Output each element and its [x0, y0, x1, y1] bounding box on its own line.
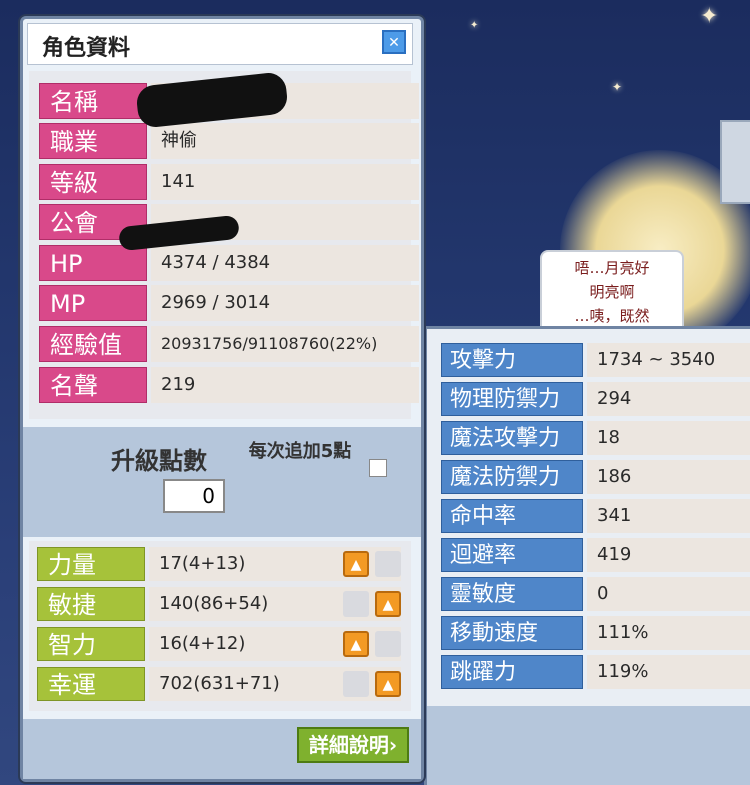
up-arrow-icon[interactable]: ▲ — [343, 551, 369, 577]
info-value: 141 — [151, 164, 419, 200]
stat-label: 智力 — [37, 627, 145, 661]
detail-label: 靈敏度 — [441, 577, 583, 611]
info-row-job: 職業 神偷 — [39, 123, 419, 159]
detail-row: 靈敏度 0 — [441, 577, 750, 611]
info-row-hp: HP 4374 / 4384 — [39, 245, 419, 281]
up-slot — [375, 551, 401, 577]
detail-value: 1734 ~ 3540 — [587, 343, 750, 377]
detail-value: 0 — [587, 577, 750, 611]
detail-label: 跳躍力 — [441, 655, 583, 689]
auto-assign-label: 每次追加5點 — [248, 441, 352, 462]
detail-row: 移動速度 111% — [441, 616, 750, 650]
star-decoration: ✦ — [700, 4, 719, 29]
redaction-scribble — [135, 71, 289, 129]
detail-label: 魔法防禦力 — [441, 460, 583, 494]
info-row-fame: 名聲 219 — [39, 367, 419, 403]
info-row-mp: MP 2969 / 3014 — [39, 285, 419, 321]
up-arrow-icon[interactable]: ▲ — [375, 591, 401, 617]
detail-row: 魔法防禦力 186 — [441, 460, 750, 494]
info-label: 經驗值 — [39, 326, 147, 362]
stat-row-luk: 幸運 702(631+71) ▲ — [37, 667, 403, 703]
detail-row: 迴避率 419 — [441, 538, 750, 572]
stat-label: 敏捷 — [37, 587, 145, 621]
up-slot — [343, 591, 369, 617]
stat-row-dex: 敏捷 140(86+54) ▲ — [37, 587, 403, 623]
info-label: 職業 — [39, 123, 147, 159]
auto-assign-checkbox[interactable] — [369, 459, 387, 477]
speech-line: 唔…月亮好 — [574, 259, 650, 277]
star-decoration: ✦ — [470, 20, 479, 31]
ap-value: 0 — [163, 479, 225, 513]
detail-stats-panel: 攻擊力 1734 ~ 3540 物理防禦力 294 魔法攻擊力 18 魔法防禦力 186… — [424, 326, 750, 719]
stat-label: 幸運 — [37, 667, 145, 701]
window-titlebar[interactable]: 角色資料 ✕ — [27, 23, 413, 65]
stat-row-str: 力量 17(4+13) ▲ — [37, 547, 403, 583]
castle-tower — [720, 120, 750, 204]
info-label: 名聲 — [39, 367, 147, 403]
up-slot — [375, 631, 401, 657]
detail-row: 命中率 341 — [441, 499, 750, 533]
up-slot — [343, 671, 369, 697]
detail-value: 419 — [587, 538, 750, 572]
detail-label: 攻擊力 — [441, 343, 583, 377]
stat-label: 力量 — [37, 547, 145, 581]
info-label: 名稱 — [39, 83, 147, 119]
info-label: 等級 — [39, 164, 147, 200]
window-footer: 詳細說明› — [23, 719, 421, 779]
info-label: MP — [39, 285, 147, 321]
info-value: 神偷 — [151, 123, 419, 159]
detail-value: 18 — [587, 421, 750, 455]
close-icon[interactable]: ✕ — [382, 30, 406, 54]
detail-row: 物理防禦力 294 — [441, 382, 750, 416]
speech-bubble: 唔…月亮好 明亮啊 …咦，既然 — [540, 250, 684, 336]
detail-button[interactable]: 詳細說明› — [297, 727, 409, 763]
detail-value: 111% — [587, 616, 750, 650]
info-row-exp: 經驗值 20931756/91108760(22%) — [39, 326, 419, 362]
detail-label: 迴避率 — [441, 538, 583, 572]
detail-value: 294 — [587, 382, 750, 416]
info-label: HP — [39, 245, 147, 281]
detail-stats-footer — [424, 706, 750, 785]
detail-label: 命中率 — [441, 499, 583, 533]
info-row-level: 等級 141 — [39, 164, 419, 200]
detail-button-label: 詳細說明 — [308, 733, 389, 757]
up-arrow-icon[interactable]: ▲ — [375, 671, 401, 697]
speech-line: 明亮啊 — [589, 283, 635, 301]
detail-value: 119% — [587, 655, 750, 689]
info-value: 219 — [151, 367, 419, 403]
character-info-window: 角色資料 ✕ 名稱 職業 神偷 等級 141 公會 HP 4374 / 4384… — [20, 16, 424, 782]
detail-value: 341 — [587, 499, 750, 533]
detail-label: 物理防禦力 — [441, 382, 583, 416]
detail-row: 攻擊力 1734 ~ 3540 — [441, 343, 750, 377]
chevron-right-icon: › — [388, 733, 398, 757]
detail-label: 魔法攻擊力 — [441, 421, 583, 455]
up-arrow-icon[interactable]: ▲ — [343, 631, 369, 657]
info-value: 2969 / 3014 — [151, 285, 419, 321]
detail-value: 186 — [587, 460, 750, 494]
info-value: 4374 / 4384 — [151, 245, 419, 281]
ability-point-panel: 升級點數 0 每次追加5點 — [23, 427, 421, 537]
detail-row: 跳躍力 119% — [441, 655, 750, 689]
star-decoration: ✦ — [612, 80, 623, 94]
info-value: 20931756/91108760(22%) — [151, 326, 419, 362]
stat-panel: 力量 17(4+13) ▲ 敏捷 140(86+54) ▲ 智力 16(4+12… — [29, 541, 411, 711]
window-title: 角色資料 — [42, 36, 131, 61]
speech-line: …咦，既然 — [574, 307, 650, 325]
detail-row: 魔法攻擊力 18 — [441, 421, 750, 455]
detail-label: 移動速度 — [441, 616, 583, 650]
info-panel: 名稱 職業 神偷 等級 141 公會 HP 4374 / 4384 MP 296… — [29, 71, 419, 419]
ap-label: 升級點數 — [111, 447, 207, 475]
stat-row-int: 智力 16(4+12) ▲ — [37, 627, 403, 663]
